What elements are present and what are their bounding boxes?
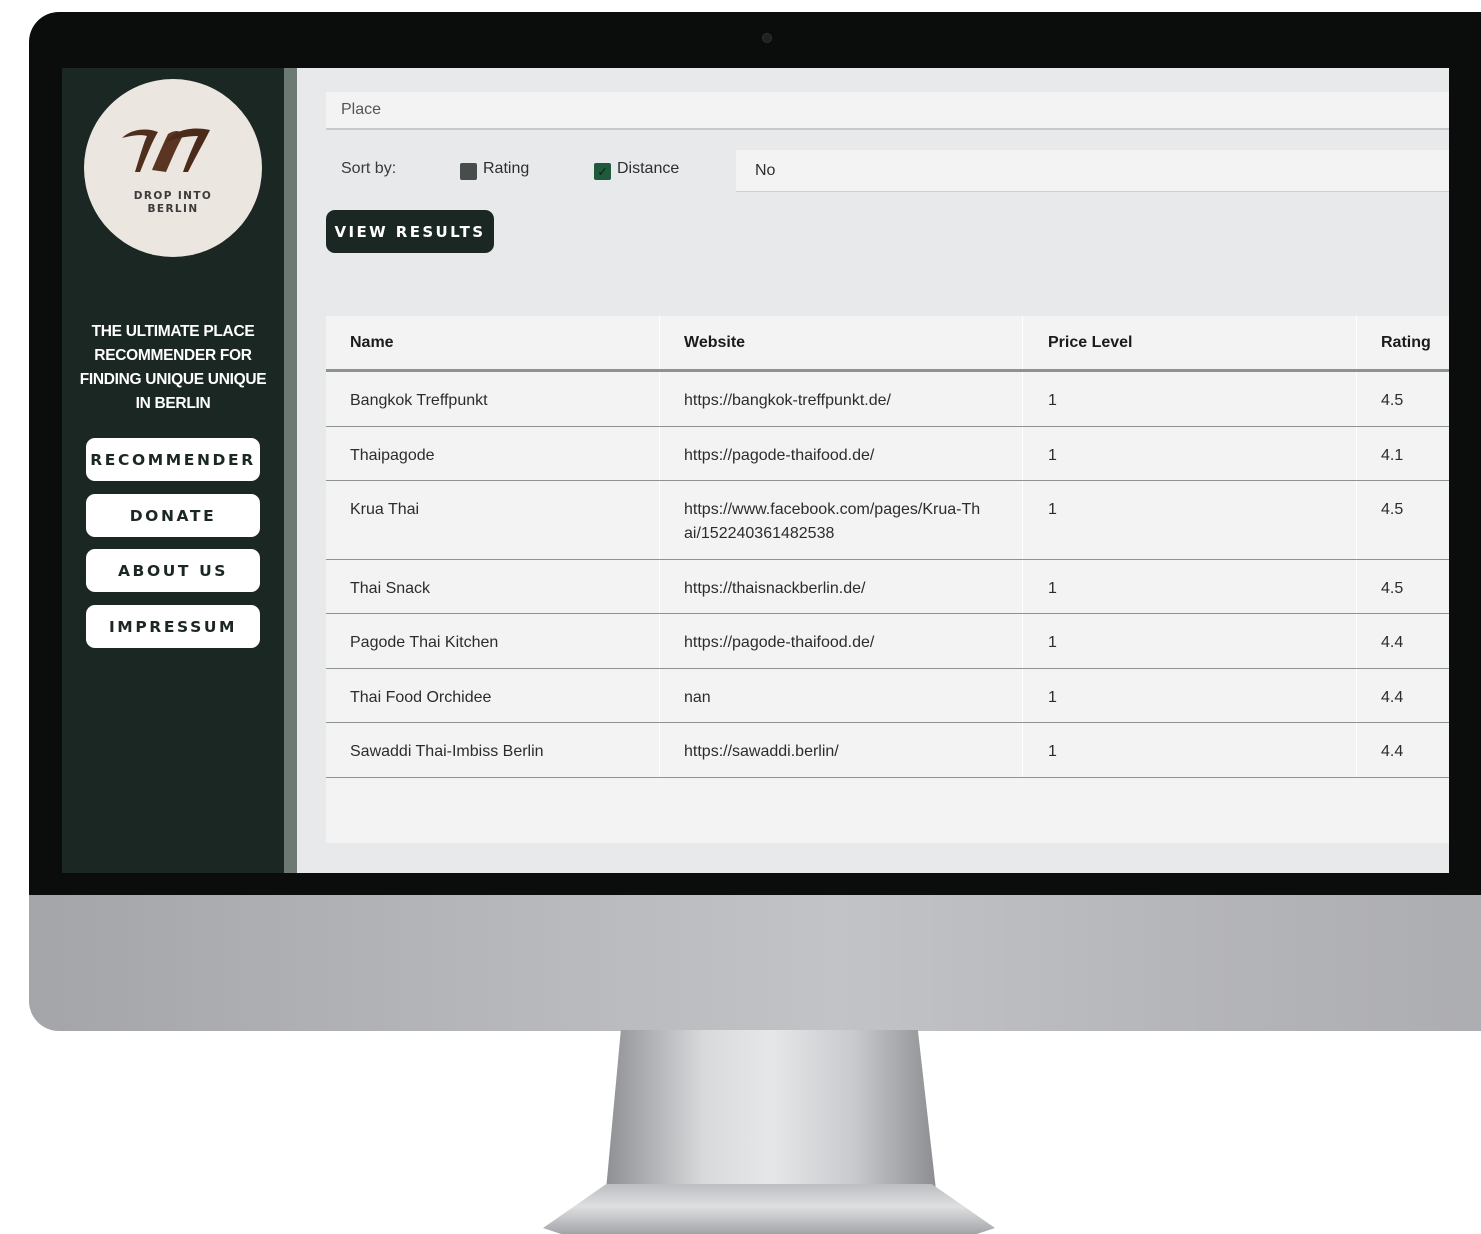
cell-website[interactable]: https://pagode-thaifood.de/ bbox=[684, 444, 984, 468]
cell-name: Krua Thai bbox=[350, 501, 420, 518]
table-row[interactable]: Bangkok Treffpunkt https://bangkok-treff… bbox=[326, 372, 1449, 427]
checkmark-icon: ✓ bbox=[597, 164, 608, 179]
cell-website[interactable]: https://thaisnackberlin.de/ bbox=[684, 577, 984, 601]
cell-website: nan bbox=[684, 689, 711, 706]
table-row[interactable]: Thaipagode https://pagode-thaifood.de/ 1… bbox=[326, 427, 1449, 481]
rating-checkbox-label[interactable]: Rating bbox=[483, 160, 529, 178]
cell-website[interactable]: https://bangkok-treffpunkt.de/ bbox=[684, 389, 984, 413]
cell-rating: 4.4 bbox=[1381, 743, 1404, 760]
cell-price-level: 1 bbox=[1048, 743, 1057, 760]
cell-rating: 4.5 bbox=[1381, 501, 1404, 518]
cell-name: Sawaddi Thai-Imbiss Berlin bbox=[350, 743, 544, 760]
place-search-input[interactable] bbox=[326, 92, 1449, 130]
cell-name: Bangkok Treffpunkt bbox=[350, 392, 488, 409]
sort-order-value: No bbox=[755, 161, 776, 179]
camera-dot bbox=[762, 33, 772, 43]
table-row[interactable]: Krua Thai https://www.facebook.com/pages… bbox=[326, 481, 1449, 560]
cell-price-level: 1 bbox=[1048, 392, 1057, 409]
column-header-website[interactable]: Website bbox=[684, 334, 984, 352]
table-row[interactable]: Sawaddi Thai-Imbiss Berlin https://sawad… bbox=[326, 723, 1449, 778]
sort-by-label: Sort by: bbox=[341, 160, 397, 177]
table-row[interactable]: Thai Snack https://thaisnackberlin.de/ 1… bbox=[326, 560, 1449, 614]
cell-price-level: 1 bbox=[1048, 689, 1057, 706]
cell-price-level: 1 bbox=[1048, 447, 1057, 464]
sidebar: DROP INTO BERLIN THE ULTIMATE PLACE RECO… bbox=[62, 68, 284, 873]
cell-rating: 4.5 bbox=[1381, 392, 1404, 409]
monitor-stand-base bbox=[543, 1184, 995, 1234]
distance-checkbox[interactable]: ✓ bbox=[594, 163, 611, 180]
cell-price-level: 1 bbox=[1048, 634, 1057, 651]
cell-name: Thai Food Orchidee bbox=[350, 689, 492, 706]
results-table: Name Website Price Level Rating Bangkok … bbox=[326, 316, 1449, 843]
cell-rating: 4.5 bbox=[1381, 580, 1404, 597]
table-row[interactable]: Thai Food Orchidee nan 1 4.4 bbox=[326, 669, 1449, 723]
sidebar-divider bbox=[284, 68, 297, 873]
cell-name: Thaipagode bbox=[350, 447, 435, 464]
sort-order-select[interactable]: No bbox=[736, 150, 1449, 192]
distance-checkbox-label[interactable]: Distance bbox=[617, 160, 679, 178]
table-header: Name Website Price Level Rating bbox=[326, 316, 1449, 372]
column-header-rating[interactable]: Rating bbox=[1381, 334, 1431, 352]
logo-text: DROP INTO BERLIN bbox=[133, 190, 213, 215]
cell-name: Thai Snack bbox=[350, 580, 431, 597]
cell-name: Pagode Thai Kitchen bbox=[350, 634, 499, 651]
view-results-button[interactable]: VIEW RESULTS bbox=[326, 210, 494, 253]
table-row[interactable]: Pagode Thai Kitchen https://pagode-thaif… bbox=[326, 614, 1449, 669]
screen: DROP INTO BERLIN THE ULTIMATE PLACE RECO… bbox=[62, 68, 1449, 873]
column-header-name[interactable]: Name bbox=[350, 334, 394, 352]
monitor-stand-neck bbox=[606, 1030, 936, 1190]
cell-price-level: 1 bbox=[1048, 580, 1057, 597]
cell-website[interactable]: https://sawaddi.berlin/ bbox=[684, 740, 984, 764]
logo-mark-icon bbox=[122, 128, 210, 172]
tagline: THE ULTIMATE PLACE RECOMMENDER FOR FINDI… bbox=[79, 323, 267, 412]
cell-website[interactable]: https://www.facebook.com/pages/Krua-Thai… bbox=[684, 498, 984, 546]
cell-website[interactable]: https://pagode-thaifood.de/ bbox=[684, 631, 984, 655]
logo[interactable]: DROP INTO BERLIN bbox=[84, 79, 262, 257]
impressum-button[interactable]: IMPRESSUM bbox=[86, 605, 260, 648]
cell-price-level: 1 bbox=[1048, 501, 1057, 518]
cell-rating: 4.4 bbox=[1381, 689, 1404, 706]
recommender-button[interactable]: RECOMMENDER bbox=[86, 438, 260, 481]
monitor-chin bbox=[29, 895, 1481, 1031]
donate-button[interactable]: DONATE bbox=[86, 494, 260, 537]
rating-checkbox[interactable] bbox=[460, 163, 477, 180]
cell-rating: 4.1 bbox=[1381, 447, 1404, 464]
cell-rating: 4.4 bbox=[1381, 634, 1404, 651]
column-header-price-level[interactable]: Price Level bbox=[1048, 334, 1133, 352]
about-us-button[interactable]: ABOUT US bbox=[86, 549, 260, 592]
